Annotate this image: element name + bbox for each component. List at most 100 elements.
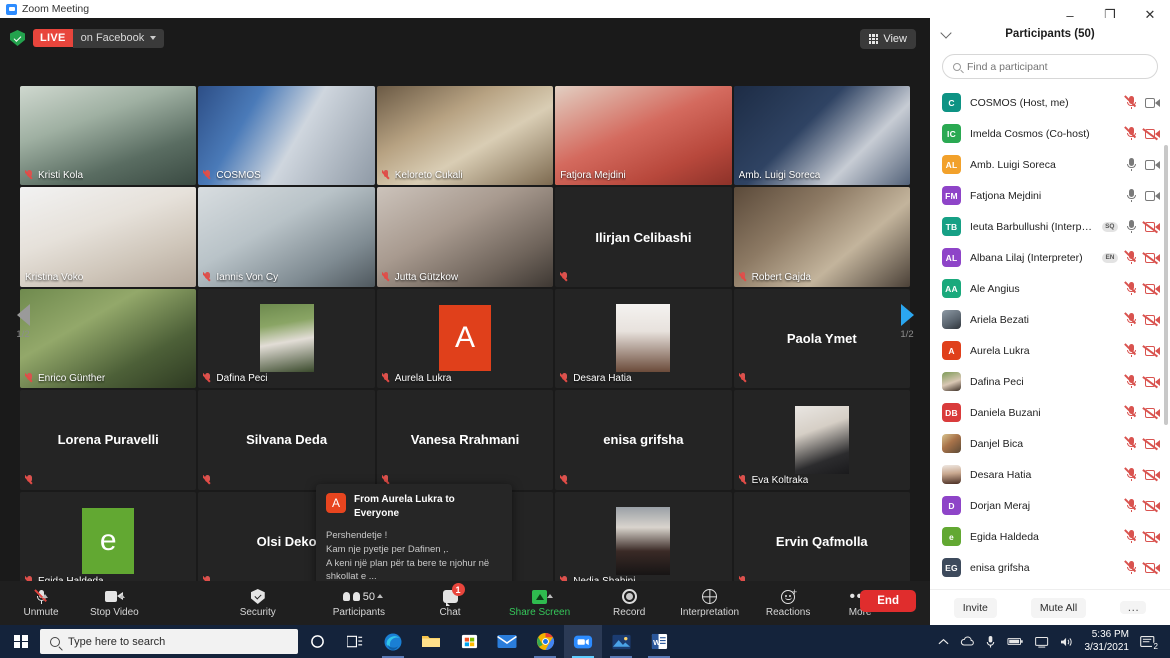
chevron-up-icon[interactable] bbox=[377, 594, 383, 598]
participant-row[interactable]: IC Imelda Cosmos (Co-host) bbox=[930, 118, 1170, 149]
microphone-muted-icon[interactable] bbox=[1127, 499, 1136, 512]
taskbar-search[interactable]: Type here to search bbox=[40, 629, 298, 654]
end-meeting-button[interactable]: End bbox=[860, 590, 916, 612]
video-tile[interactable]: Silvana Deda bbox=[198, 390, 375, 490]
chevron-up-icon[interactable] bbox=[41, 594, 48, 598]
microphone-muted-icon[interactable] bbox=[1127, 127, 1136, 140]
participant-row[interactable]: AL Amb. Luigi Soreca bbox=[930, 149, 1170, 180]
live-platform-dropdown[interactable]: on Facebook bbox=[72, 28, 165, 48]
participant-row[interactable]: e Egida Haldeda bbox=[930, 521, 1170, 552]
next-page-button[interactable]: 1/2 bbox=[894, 294, 920, 350]
record-button[interactable]: Record bbox=[600, 581, 658, 625]
video-tile[interactable]: Ervin Qafmolla bbox=[733, 491, 910, 591]
previous-page-button[interactable]: 1/2 bbox=[10, 294, 36, 350]
tray-expand-icon[interactable] bbox=[938, 638, 949, 646]
camera-off-icon[interactable] bbox=[1145, 314, 1160, 325]
participant-row[interactable]: D Dorjan Meraj bbox=[930, 490, 1170, 521]
microphone-muted-icon[interactable] bbox=[1127, 530, 1136, 543]
stop-video-button[interactable]: Stop Video bbox=[84, 581, 145, 625]
participant-row[interactable]: C COSMOS (Host, me) bbox=[930, 87, 1170, 118]
participant-row[interactable]: EG enisa grifsha bbox=[930, 552, 1170, 583]
video-tile[interactable]: A Aurela Lukra bbox=[376, 288, 554, 389]
video-tile[interactable]: Keloreto Cukali bbox=[376, 86, 554, 186]
battery-icon[interactable] bbox=[1006, 637, 1024, 646]
more-options-button[interactable]: … bbox=[1120, 600, 1147, 615]
chat-notification-toast[interactable]: A From Aurela Lukra to Everyone Pershend… bbox=[316, 484, 512, 590]
microphone-icon[interactable] bbox=[1127, 189, 1136, 202]
camera-off-icon[interactable] bbox=[1145, 469, 1160, 480]
camera-off-icon[interactable] bbox=[1145, 128, 1160, 139]
camera-off-icon[interactable] bbox=[1145, 407, 1160, 418]
microphone-icon[interactable] bbox=[1127, 220, 1136, 233]
file-explorer-icon[interactable] bbox=[412, 625, 450, 658]
network-icon[interactable] bbox=[1034, 636, 1049, 648]
chat-button[interactable]: 1 Chat bbox=[421, 581, 479, 625]
participant-row[interactable]: Ariela Bezati bbox=[930, 304, 1170, 335]
microphone-icon[interactable] bbox=[1127, 158, 1136, 171]
camera-off-icon[interactable] bbox=[1145, 252, 1160, 263]
video-tile[interactable]: Amb. Luigi Soreca bbox=[733, 86, 910, 186]
microphone-muted-icon[interactable] bbox=[1127, 437, 1136, 450]
video-tile[interactable]: Vanesa Rrahmani bbox=[376, 390, 554, 490]
microsoft-store-icon[interactable] bbox=[450, 625, 488, 658]
camera-off-icon[interactable] bbox=[1145, 345, 1160, 356]
camera-off-icon[interactable] bbox=[1145, 283, 1160, 294]
participant-row[interactable]: Desara Hatia bbox=[930, 459, 1170, 490]
camera-off-icon[interactable] bbox=[1145, 500, 1160, 511]
photos-icon[interactable] bbox=[602, 625, 640, 658]
video-tile[interactable]: eEgida Haldeda bbox=[20, 491, 197, 591]
security-button[interactable]: Security bbox=[229, 581, 287, 625]
participants-button[interactable]: 50 Participants bbox=[327, 581, 391, 625]
video-tile[interactable]: Enrico Günther bbox=[20, 288, 197, 389]
interpretation-button[interactable]: Interpretation bbox=[674, 581, 745, 625]
participant-row[interactable]: AL Albana Lilaj (Interpreter) EN bbox=[930, 242, 1170, 273]
taskbar-clock[interactable]: 5:36 PM 3/31/2021 bbox=[1085, 629, 1130, 654]
participant-row[interactable]: Dafina Peci bbox=[930, 366, 1170, 397]
microphone-muted-icon[interactable] bbox=[1127, 468, 1136, 481]
participant-search[interactable] bbox=[942, 54, 1158, 79]
live-status-group[interactable]: LIVE on Facebook bbox=[10, 28, 165, 48]
participant-row[interactable]: AA Ale Angius bbox=[930, 273, 1170, 304]
edge-icon[interactable] bbox=[374, 625, 412, 658]
chevron-up-icon[interactable] bbox=[547, 594, 554, 598]
video-tile[interactable]: Kristina Voko bbox=[20, 187, 197, 287]
video-tile[interactable]: Ilirjan Celibashi bbox=[555, 187, 732, 287]
microphone-muted-icon[interactable] bbox=[1127, 344, 1136, 357]
mute-all-button[interactable]: Mute All bbox=[1030, 597, 1087, 618]
camera-off-icon[interactable] bbox=[1145, 221, 1160, 232]
microphone-muted-icon[interactable] bbox=[1127, 561, 1136, 574]
share-screen-button[interactable]: Share Screen bbox=[503, 581, 576, 625]
view-button[interactable]: View bbox=[859, 29, 916, 49]
video-tile[interactable]: Paola Ymet bbox=[733, 288, 910, 389]
participant-row[interactable]: FM Fatjona Mejdini bbox=[930, 180, 1170, 211]
video-tile[interactable]: Eva Koltraka bbox=[733, 390, 910, 490]
video-tile[interactable]: COSMOS bbox=[198, 86, 375, 186]
video-tile[interactable]: Jutta Gützkow bbox=[376, 187, 554, 287]
microphone-tray-icon[interactable] bbox=[985, 635, 996, 649]
microphone-muted-icon[interactable] bbox=[1127, 96, 1136, 109]
video-tile[interactable]: enisa grifsha bbox=[555, 390, 732, 490]
volume-icon[interactable] bbox=[1060, 636, 1074, 648]
microphone-muted-icon[interactable] bbox=[1127, 406, 1136, 419]
video-tile[interactable]: Fatjora Mejdini bbox=[555, 86, 732, 186]
start-button[interactable] bbox=[6, 625, 36, 658]
camera-off-icon[interactable] bbox=[1145, 438, 1160, 449]
video-tile[interactable]: Dafina Peci bbox=[198, 288, 375, 389]
mail-icon[interactable] bbox=[488, 625, 526, 658]
onedrive-icon[interactable] bbox=[960, 636, 974, 647]
participant-row[interactable]: Danjel Bica bbox=[930, 428, 1170, 459]
camera-off-icon[interactable] bbox=[1145, 376, 1160, 387]
search-input[interactable] bbox=[967, 60, 1147, 73]
camera-off-icon[interactable] bbox=[1145, 531, 1160, 542]
chrome-icon[interactable] bbox=[526, 625, 564, 658]
participants-scrollbar[interactable] bbox=[1164, 145, 1168, 425]
camera-icon[interactable] bbox=[1145, 159, 1160, 170]
camera-icon[interactable] bbox=[1145, 97, 1160, 108]
video-tile[interactable]: Robert Gajda bbox=[733, 187, 910, 287]
collapse-panel-icon[interactable] bbox=[940, 27, 952, 39]
camera-off-icon[interactable] bbox=[1145, 562, 1160, 573]
participant-row[interactable]: A Aurela Lukra bbox=[930, 335, 1170, 366]
unmute-button[interactable]: Unmute bbox=[12, 581, 70, 625]
word-icon[interactable]: W bbox=[640, 625, 678, 658]
video-tile[interactable]: Lorena Puravelli bbox=[20, 390, 197, 490]
